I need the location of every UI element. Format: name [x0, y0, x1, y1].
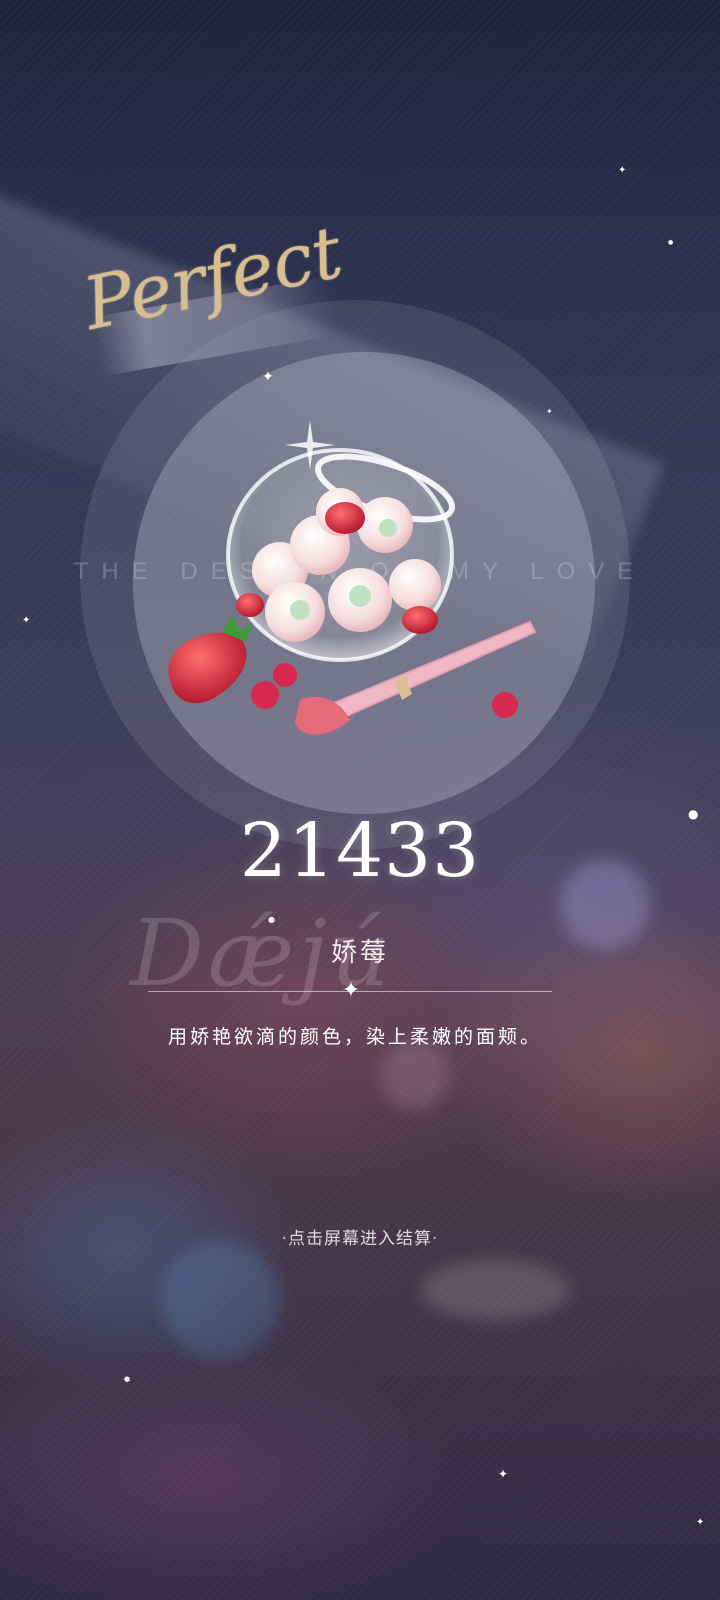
- sparkle-icon: ✦: [618, 165, 627, 176]
- sparkle-icon: ●: [268, 915, 275, 924]
- sparkle-icon: ●: [124, 1375, 131, 1383]
- item-name: 娇莓: [330, 938, 389, 968]
- dot-icon: ·: [432, 1229, 439, 1249]
- score-value: 21433: [239, 808, 481, 894]
- sparkle-icon: ●: [688, 807, 699, 821]
- sparkle-icon: ✦: [262, 369, 274, 385]
- sparkle-icon: ●: [668, 239, 674, 246]
- bokeh-light: [420, 1260, 570, 1320]
- strawberry-bowl-icon: [168, 420, 537, 735]
- continue-hint-label: 点击屏幕进入结算: [288, 1229, 432, 1249]
- sparkle-icon: ✦: [498, 1467, 509, 1481]
- continue-hint[interactable]: ·点击屏幕进入结算·: [0, 1224, 720, 1249]
- item-description: 用娇艳欲滴的颜色，染上柔嫩的面颊。: [167, 1026, 542, 1048]
- bokeh-light: [160, 1240, 280, 1360]
- sparkle-icon: ✦: [22, 615, 31, 626]
- result-screen[interactable]: THE DESIGN OF MY LOVE: [0, 0, 720, 1600]
- sparkle-icon: ✦: [546, 407, 553, 416]
- star-icon: ✦: [341, 978, 361, 1003]
- sparkle-icon: ✦: [696, 1517, 705, 1528]
